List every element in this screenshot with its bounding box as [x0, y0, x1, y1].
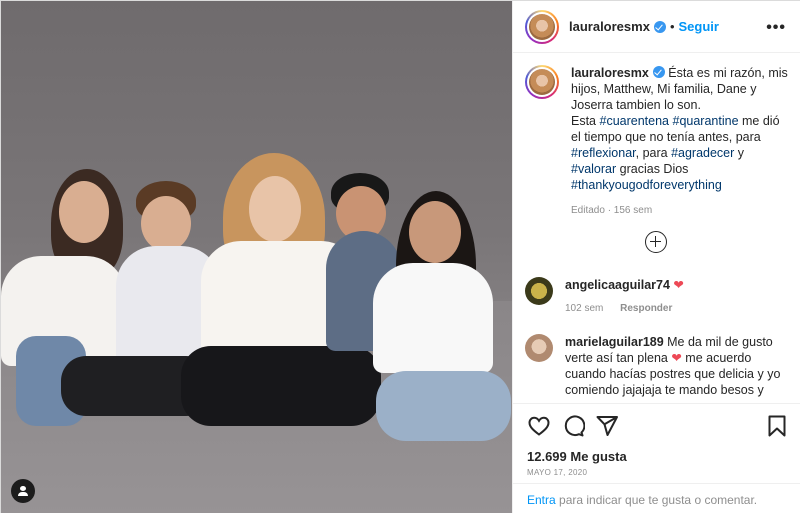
girl-right-body: [373, 263, 493, 373]
more-icon[interactable]: •••: [766, 19, 786, 37]
reply-button[interactable]: Responder: [620, 303, 672, 314]
caption-avatar[interactable]: [525, 65, 559, 99]
login-prompt: Entra para indicar que te gusta o coment…: [513, 483, 800, 513]
share-icon[interactable]: [595, 414, 619, 438]
hashtag-link[interactable]: #valorar: [571, 162, 616, 176]
header-username[interactable]: lauraloresmx: [569, 19, 650, 34]
heart-icon[interactable]: [527, 414, 551, 438]
caption: lauraloresmx Ésta es mi razón, mis hijos…: [513, 53, 800, 219]
caption-meta: Editado · 156 sem: [571, 205, 653, 216]
user-tag-icon: [18, 486, 28, 496]
comment-icon[interactable]: [561, 414, 585, 438]
caption-username[interactable]: lauraloresmx: [571, 66, 649, 80]
post-date[interactable]: MAYO 17, 2020: [527, 468, 587, 477]
girl-right-face: [409, 201, 461, 263]
hashtag-link[interactable]: #quarantine: [673, 114, 739, 128]
hashtag-link[interactable]: #thankyougodforeverything: [571, 178, 722, 192]
follow-button[interactable]: Seguir: [679, 19, 719, 34]
bookmark-icon[interactable]: [765, 414, 789, 438]
boy-left-face: [141, 196, 191, 251]
comment-username[interactable]: marielaguilar189: [565, 335, 664, 349]
user-tag-button[interactable]: [11, 479, 35, 503]
story-ring[interactable]: [525, 9, 559, 44]
login-link[interactable]: Entra: [527, 493, 556, 507]
post-modal: lauraloresmx • Seguir ••• lauraloresmx É…: [0, 0, 800, 513]
separator-dot: •: [669, 19, 675, 34]
post-side-panel: lauraloresmx • Seguir ••• lauraloresmx É…: [512, 1, 800, 513]
login-prompt-text: para indicar que te gusta o comentar.: [555, 493, 758, 507]
verified-icon: [652, 66, 665, 78]
verified-icon: [653, 20, 666, 33]
comment-username[interactable]: angelicaaguilar74: [565, 278, 670, 292]
comment-item: marielaguilar189 Me da mil de gusto vert…: [525, 334, 790, 398]
hashtag-link[interactable]: #cuarentena: [600, 114, 670, 128]
comment-avatar[interactable]: [525, 334, 553, 362]
hashtag-link[interactable]: #agradecer: [671, 146, 734, 160]
caption-text: lauraloresmx Ésta es mi razón, mis hijos…: [571, 65, 790, 219]
post-photo[interactable]: [1, 1, 512, 513]
heart-emoji: ❤: [673, 278, 684, 292]
heart-emoji: ❤: [671, 351, 682, 365]
avatar: [529, 13, 555, 40]
woman-face: [249, 176, 301, 242]
post-header: lauraloresmx • Seguir •••: [513, 1, 800, 53]
comment-time: 102 sem: [565, 303, 604, 314]
like-count[interactable]: 12.699 Me gusta: [527, 449, 627, 464]
comment-avatar[interactable]: [525, 277, 553, 305]
comment-item: angelicaaguilar74 ❤ 102 sem Responder: [525, 277, 790, 317]
comments-scroll[interactable]: lauraloresmx Ésta es mi razón, mis hijos…: [513, 53, 800, 403]
hashtag-link[interactable]: #reflexionar: [571, 146, 636, 160]
woman-legs: [181, 346, 381, 426]
girl-right-legs: [376, 371, 511, 441]
girl-left-face: [59, 181, 109, 243]
add-circle-icon[interactable]: [645, 231, 667, 253]
